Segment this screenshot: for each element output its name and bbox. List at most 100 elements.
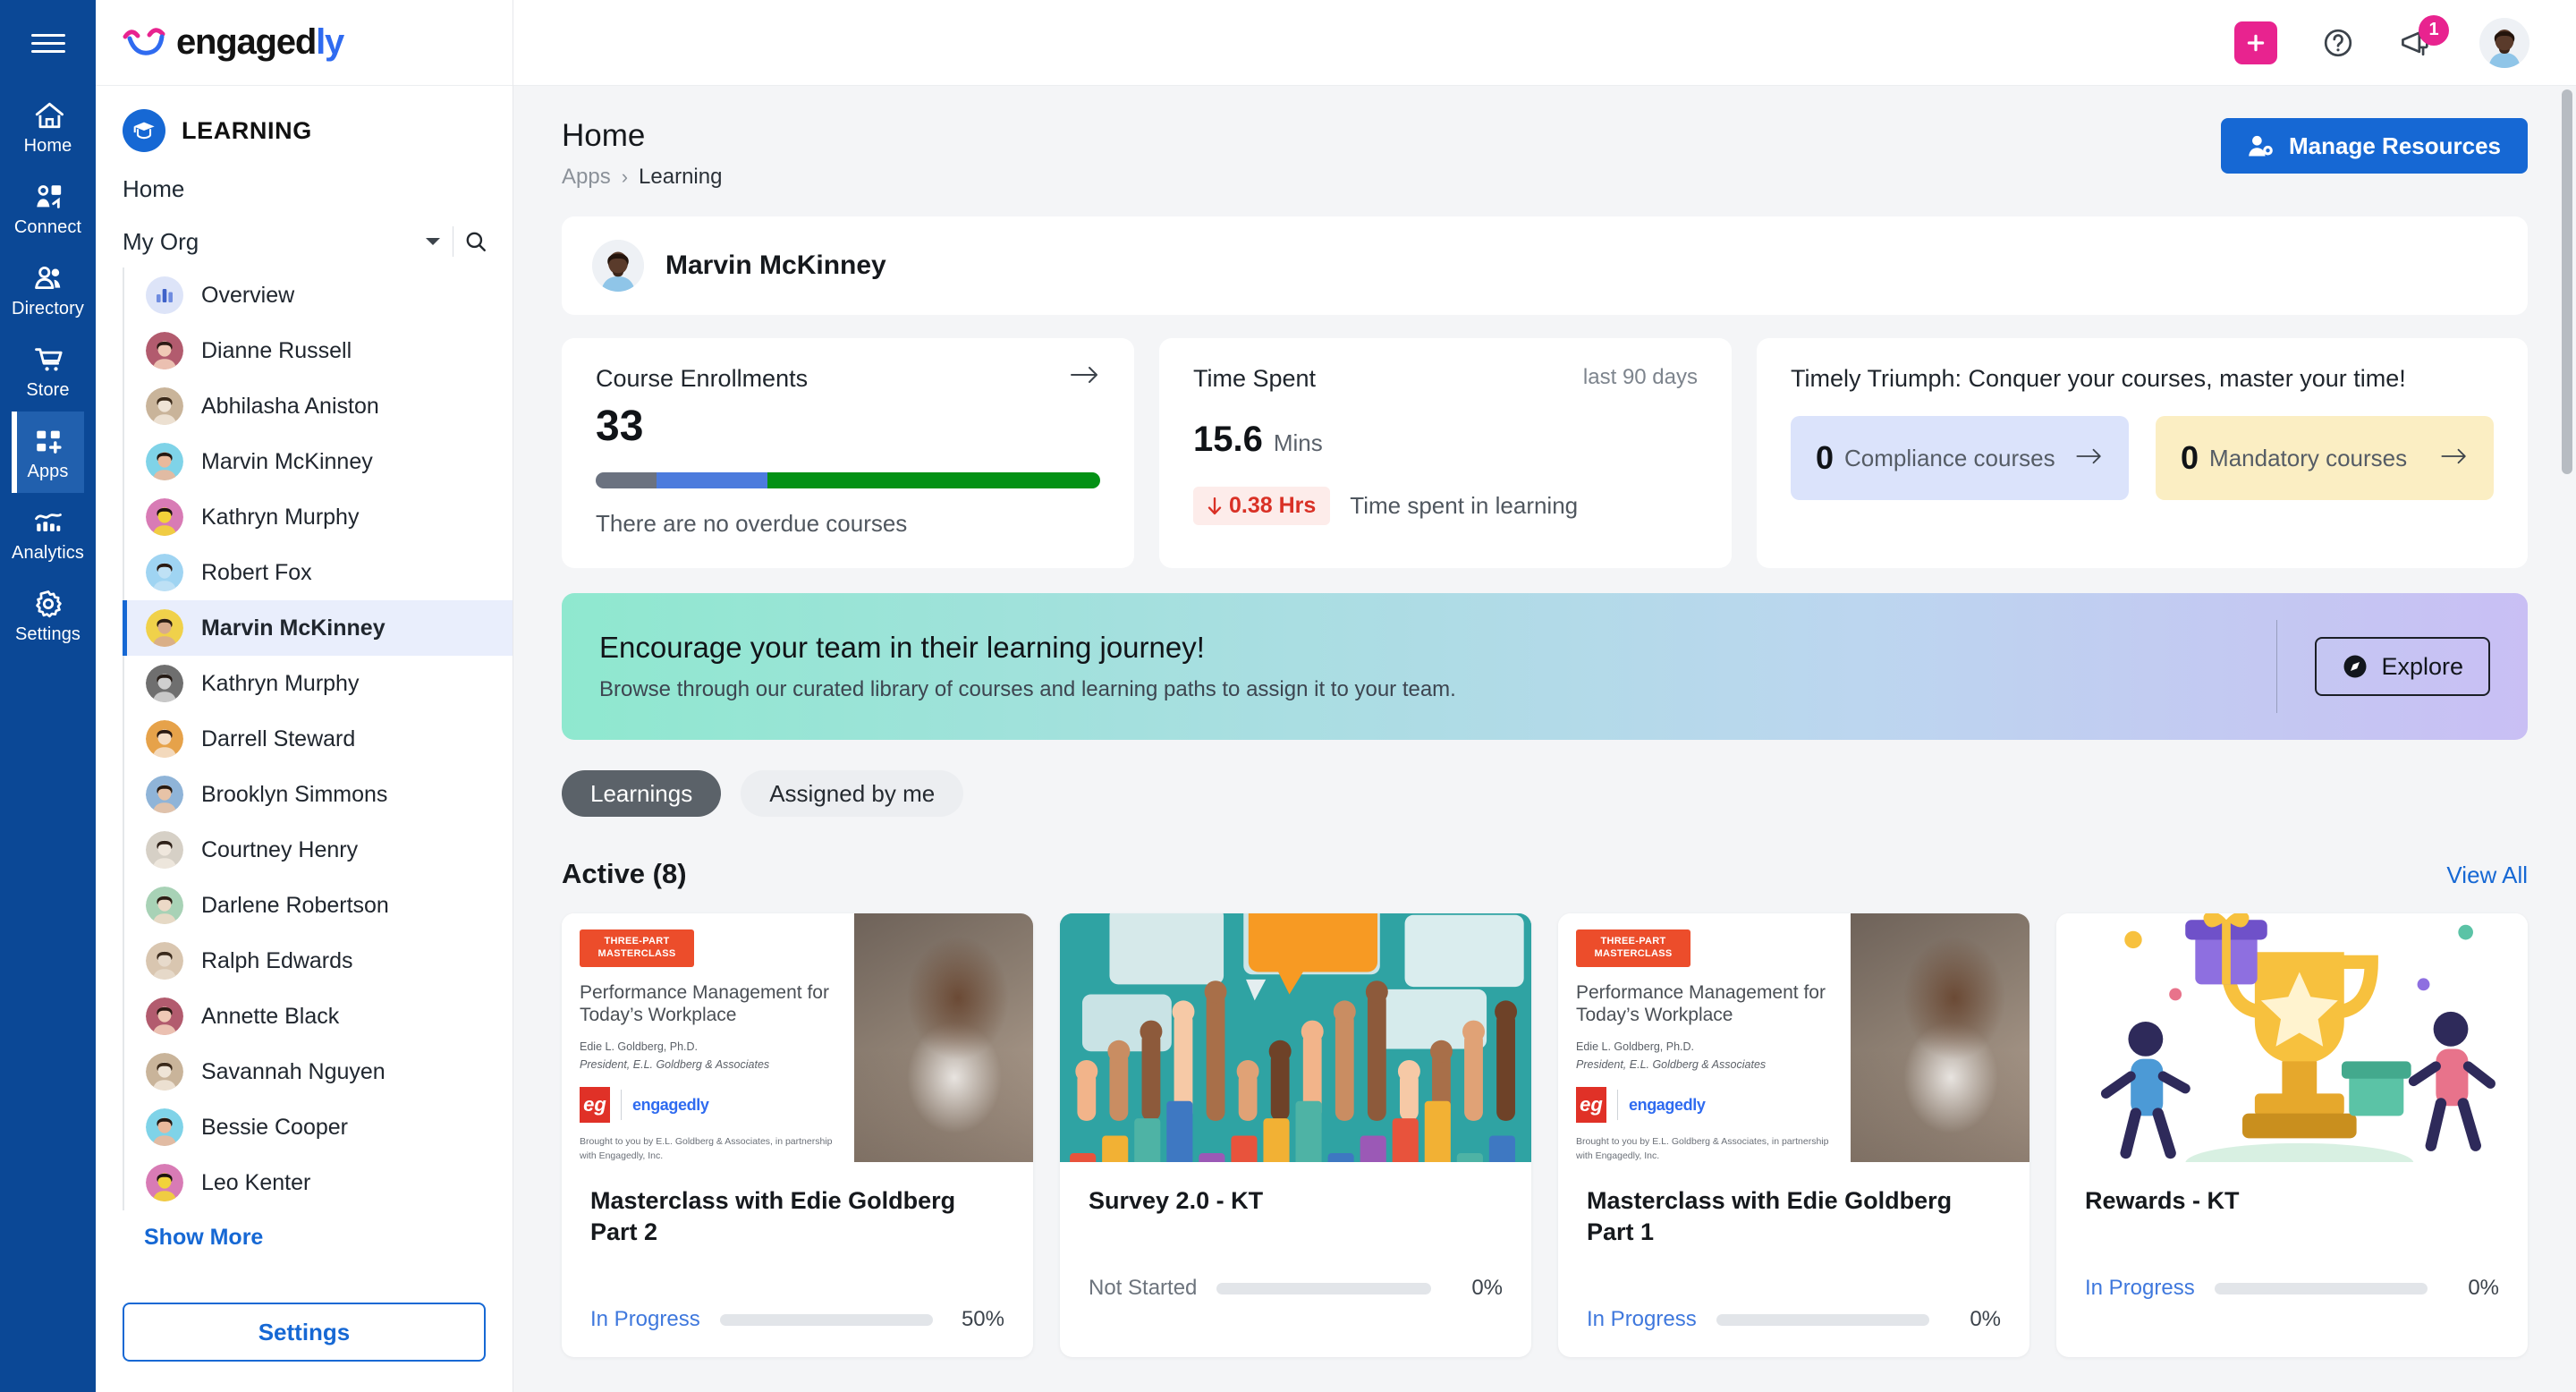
sidebar-item-person[interactable]: Dianne Russell [124, 323, 513, 378]
chevron-down-icon[interactable] [424, 235, 442, 248]
course-card[interactable]: THREE-PART MASTERCLASS Performance Manage… [1558, 913, 2029, 1358]
course-card[interactable]: Survey 2.0 - KT Not Started 0% [1060, 913, 1531, 1358]
sidebar-item-person[interactable]: Kathryn Murphy [124, 656, 513, 711]
notification-badge: 1 [2419, 14, 2449, 46]
person-name: Brooklyn Simmons [201, 781, 388, 807]
rail-item-directory[interactable]: Directory [12, 249, 84, 330]
rail-item-settings[interactable]: Settings [12, 574, 84, 656]
thumb-partner-note: Brought to you by E.L. Goldberg & Associ… [580, 1136, 833, 1161]
person-avatar [146, 720, 183, 758]
divider [2276, 620, 2278, 713]
person-name: Abhilasha Aniston [201, 393, 379, 419]
page-scrollbar[interactable] [2562, 89, 2572, 1342]
breadcrumb: Apps › Learning [562, 165, 722, 190]
sidebar-item-person[interactable]: Abhilasha Aniston [124, 378, 513, 434]
sidebar-item-person[interactable]: Marvin McKinney [124, 434, 513, 489]
app-title: LEARNING [182, 116, 312, 144]
announcements-button[interactable]: 1 [2399, 14, 2449, 58]
triumph-label: Mandatory courses [2209, 444, 2408, 471]
promo-title: Encourage your team in their learning jo… [599, 631, 1205, 664]
settings-button[interactable]: Settings [123, 1303, 486, 1362]
search-icon[interactable] [464, 230, 487, 253]
course-enrollments-card: Course Enrollments 33 There are no overd… [562, 338, 1134, 568]
engagedly-swoosh-icon [123, 27, 165, 55]
main-content: 1 Home Apps › Learning Manage Resources … [513, 0, 2576, 1392]
show-more-link[interactable]: Show More [123, 1210, 513, 1260]
arrow-right-icon[interactable] [1070, 365, 1100, 389]
user-avatar-button[interactable] [2479, 17, 2529, 68]
course-title: Rewards - KT [2085, 1187, 2240, 1214]
explore-button[interactable]: Explore [2315, 637, 2490, 696]
page-scroll-area: Marvin McKinney Course Enrollments 33 Th… [513, 199, 2576, 1392]
person-avatar [146, 332, 183, 369]
profile-name: Marvin McKinney [665, 250, 886, 280]
course-status: Not Started [1089, 1276, 1198, 1301]
sidebar-item-person[interactable]: Courtney Henry [124, 822, 513, 878]
person-name: Marvin McKinney [201, 615, 386, 641]
course-thumbnail: THREE-PART MASTERCLASS Performance Manage… [562, 913, 1033, 1162]
person-avatar [146, 887, 183, 924]
rail-item-store[interactable]: Store [12, 330, 84, 412]
sidebar-item-person[interactable]: Brooklyn Simmons [124, 767, 513, 822]
home-icon [33, 100, 64, 131]
tab-assigned-by-me[interactable]: Assigned by me [741, 770, 964, 817]
thumb-author: Edie L. Goldberg, Ph.D. [1576, 1040, 1695, 1053]
sidebar-item-person[interactable]: Kathryn Murphy [124, 489, 513, 545]
thumb-tag: THREE-PART MASTERCLASS [580, 929, 694, 967]
time-spent-title: Time Spent [1193, 365, 1317, 392]
arrow-right-icon[interactable] [2440, 447, 2469, 470]
course-card[interactable]: THREE-PART MASTERCLASS Performance Manage… [562, 913, 1033, 1358]
person-avatar [146, 942, 183, 980]
sidebar-item-person[interactable]: Ralph Edwards [124, 933, 513, 989]
create-button[interactable] [2234, 21, 2277, 64]
breadcrumb-current[interactable]: Learning [639, 165, 722, 190]
learning-sidebar: engagedly LEARNING Home My Org Overview D… [96, 0, 513, 1392]
triumph-tile-compliance[interactable]: 0 Compliance courses [1791, 416, 2129, 500]
sidebar-item-person[interactable]: Robert Fox [124, 545, 513, 600]
tab-learnings[interactable]: Learnings [562, 770, 722, 817]
sidebar-item-overview[interactable]: Overview [124, 267, 513, 323]
sidebar-item-home[interactable]: Home [96, 168, 513, 216]
rail-item-label: Analytics [12, 543, 84, 563]
sidebar-item-person[interactable]: Darlene Robertson [124, 878, 513, 933]
help-button[interactable] [2322, 27, 2354, 59]
people-list-scroll[interactable]: Overview Dianne Russell Abhilasha Aniston M… [96, 267, 513, 1279]
apps-grid-plus-icon [33, 426, 64, 456]
time-spent-delta-badge: 0.38 Hrs [1193, 487, 1331, 525]
course-card[interactable]: Rewards - KT In Progress 0% [2056, 913, 2528, 1358]
triumph-count: 0 [2181, 439, 2199, 476]
scrollbar-thumb[interactable] [2562, 89, 2572, 474]
time-spent-unit: Mins [1273, 429, 1323, 456]
arrow-right-icon[interactable] [2075, 447, 2104, 470]
breadcrumb-parent[interactable]: Apps [562, 165, 611, 190]
help-circle-icon [2324, 29, 2352, 56]
sidebar-item-person[interactable]: Savannah Nguyen [124, 1044, 513, 1099]
manage-resources-button[interactable]: Manage Resources [2221, 118, 2528, 174]
plus-icon [2247, 34, 2265, 51]
rail-item-connect[interactable]: Connect [12, 167, 84, 249]
triumph-count: 0 [1816, 439, 1835, 476]
explore-label: Explore [2381, 652, 2463, 680]
sidebar-item-person[interactable]: Marvin McKinney [123, 600, 513, 656]
course-percent: 50% [961, 1307, 1004, 1332]
rail-item-home[interactable]: Home [12, 86, 84, 167]
rail-item-label: Connect [13, 217, 82, 237]
sidebar-item-person[interactable]: Annette Black [124, 989, 513, 1044]
primary-nav-rail: Home Connect Directory Store Apps Analytics Se… [0, 0, 96, 1392]
timely-triumph-card: Timely Triumph: Conquer your courses, ma… [1757, 338, 2528, 568]
sidebar-item-person[interactable]: Bessie Cooper [124, 1099, 513, 1155]
person-name: Darrell Steward [201, 726, 356, 751]
person-name: Darlene Robertson [201, 892, 389, 918]
menu-toggle-button[interactable] [0, 0, 96, 86]
rail-item-apps[interactable]: Apps [12, 412, 84, 493]
rail-item-label: Directory [12, 299, 84, 318]
view-all-link[interactable]: View All [2446, 862, 2528, 889]
progress-segment-green [767, 472, 1100, 488]
rail-item-analytics[interactable]: Analytics [12, 493, 84, 574]
sidebar-item-person[interactable]: Leo Kenter [124, 1155, 513, 1210]
person-name: Bessie Cooper [201, 1114, 348, 1140]
triumph-tile-mandatory[interactable]: 0 Mandatory courses [2156, 416, 2494, 500]
avatar [146, 942, 183, 980]
sidebar-item-person[interactable]: Darrell Steward [124, 711, 513, 767]
analytics-chart-icon [33, 507, 64, 538]
